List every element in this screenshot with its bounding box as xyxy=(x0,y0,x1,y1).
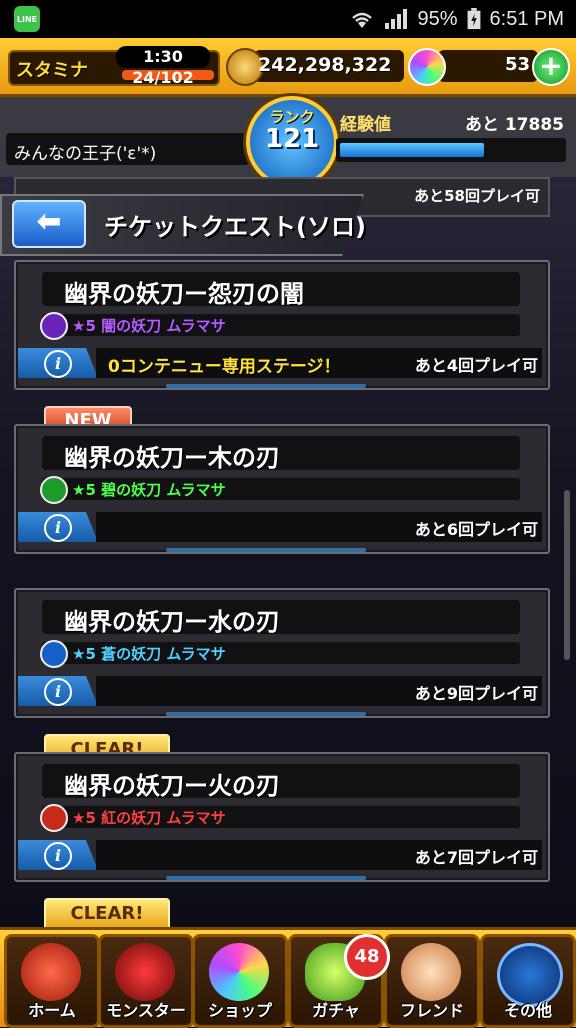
orb-icon xyxy=(408,48,446,86)
info-button[interactable]: i xyxy=(18,348,98,378)
battery-percent: 95% xyxy=(417,7,458,30)
info-icon: i xyxy=(44,514,72,542)
card-accent xyxy=(166,712,366,716)
partial-card-plays: あと58回プレイ可 xyxy=(414,187,540,205)
info-icon: i xyxy=(44,678,72,706)
card-accent xyxy=(166,548,366,552)
bottom-nav: ホーム モンスター ショップ ガチャ フレンド その他 xyxy=(0,927,576,1028)
handshake-icon xyxy=(401,943,461,1001)
water-element-icon xyxy=(40,640,68,668)
dark-element-icon xyxy=(40,312,68,340)
info-button[interactable]: i xyxy=(18,676,98,706)
card-accent xyxy=(166,876,366,880)
battery-charging-icon xyxy=(467,8,480,30)
quest-card[interactable]: 幽界の妖刀ー水の刃 ★5 蒼の妖刀 ムラマサ i あと9回プレイ可 xyxy=(14,588,550,718)
info-icon: i xyxy=(44,842,72,870)
quest-plays-remaining: あと4回プレイ可 xyxy=(414,356,538,375)
exp-remaining: あと 17885 xyxy=(464,115,564,135)
clock: 6:51 PM xyxy=(489,7,564,30)
wifi-icon xyxy=(352,12,373,28)
info-icon: i xyxy=(44,350,72,378)
nav-other[interactable]: その他 xyxy=(480,934,576,1028)
orb-count: 53 xyxy=(504,54,530,75)
signal-icon xyxy=(385,9,408,29)
buy-orbs-button[interactable]: + xyxy=(532,48,570,86)
back-arrow-icon: ⬅ xyxy=(36,204,62,239)
quest-card[interactable]: 幽界の妖刀ー木の刃 ★5 碧の妖刀 ムラマサ i あと6回プレイ可 xyxy=(14,424,550,554)
quest-notice: 0コンテニュー専用ステージ！ xyxy=(108,357,341,377)
stamina-value: 24/102 xyxy=(132,68,194,87)
info-button[interactable]: i xyxy=(18,840,98,870)
fire-element-icon xyxy=(40,804,68,832)
gacha-count-badge: 48 xyxy=(344,934,390,980)
wood-element-icon xyxy=(40,476,68,504)
quest-title: 幽界の妖刀ー火の刃 xyxy=(64,772,280,800)
quest-title: 幽界の妖刀ー怨刃の闇 xyxy=(64,280,304,308)
nav-monster[interactable]: モンスター xyxy=(98,934,194,1028)
exp-bar xyxy=(336,138,566,162)
back-button[interactable]: ⬅ xyxy=(12,200,86,248)
stamina-label: スタミナ xyxy=(16,60,88,81)
quest-title: 幽界の妖刀ー木の刃 xyxy=(64,444,280,472)
quest-monster: ★5 闇の妖刀 ムラマサ xyxy=(72,317,226,335)
quest-card[interactable]: 幽界の妖刀ー怨刃の闇 ★5 闇の妖刀 ムラマサ i 0コンテニュー専用ステージ！… xyxy=(14,260,550,390)
nav-home[interactable]: ホーム xyxy=(4,934,100,1028)
nav-other-label: その他 xyxy=(503,1001,552,1020)
quest-card[interactable]: 幽界の妖刀ー火の刃 ★5 紅の妖刀 ムラマサ i あと7回プレイ可 xyxy=(14,752,550,882)
nav-monster-label: モンスター xyxy=(106,1001,186,1020)
home-icon xyxy=(21,943,81,1001)
resource-header: スタミナ 1:30 24/102 242,298,322 53 + xyxy=(0,38,576,97)
quest-monster: ★5 紅の妖刀 ムラマサ xyxy=(72,809,226,827)
status-indicators: 95% 6:51 PM xyxy=(349,0,564,38)
line-app-icon: LINE xyxy=(14,6,40,32)
card-accent xyxy=(166,384,366,388)
scrollbar[interactable] xyxy=(564,490,570,660)
quest-plays-remaining: あと7回プレイ可 xyxy=(414,848,538,867)
nav-shop[interactable]: ショップ xyxy=(192,934,288,1028)
shop-orb-icon xyxy=(209,943,269,1001)
info-button[interactable]: i xyxy=(18,512,98,542)
nav-home-label: ホーム xyxy=(28,1001,76,1020)
coin-count: 242,298,322 xyxy=(258,54,392,76)
quest-monster: ★5 蒼の妖刀 ムラマサ xyxy=(72,645,226,663)
status-bar: LINE 95% 6:51 PM xyxy=(0,0,576,38)
rank-value: 121 xyxy=(264,124,320,154)
clear-tag: CLEAR! xyxy=(44,898,170,930)
quest-plays-remaining: あと6回プレイ可 xyxy=(414,520,538,539)
quest-monster: ★5 碧の妖刀 ムラマサ xyxy=(72,481,226,499)
nav-gacha-label: ガチャ xyxy=(312,1001,360,1020)
quest-plays-remaining: あと9回プレイ可 xyxy=(414,684,538,703)
nav-shop-label: ショップ xyxy=(207,1001,272,1020)
stamina-timer: 1:30 xyxy=(116,46,210,68)
monster-icon xyxy=(115,943,175,1001)
nav-friend-label: フレンド xyxy=(399,1001,464,1020)
username: みんなの王子('ε'*) xyxy=(14,144,157,164)
quest-title: 幽界の妖刀ー水の刃 xyxy=(64,608,280,636)
exp-bar-fill xyxy=(340,143,484,157)
nav-friend[interactable]: フレンド xyxy=(384,934,480,1028)
exp-label: 経験値 xyxy=(340,115,391,135)
screen-title: チケットクエスト(ソロ) xyxy=(104,213,366,241)
